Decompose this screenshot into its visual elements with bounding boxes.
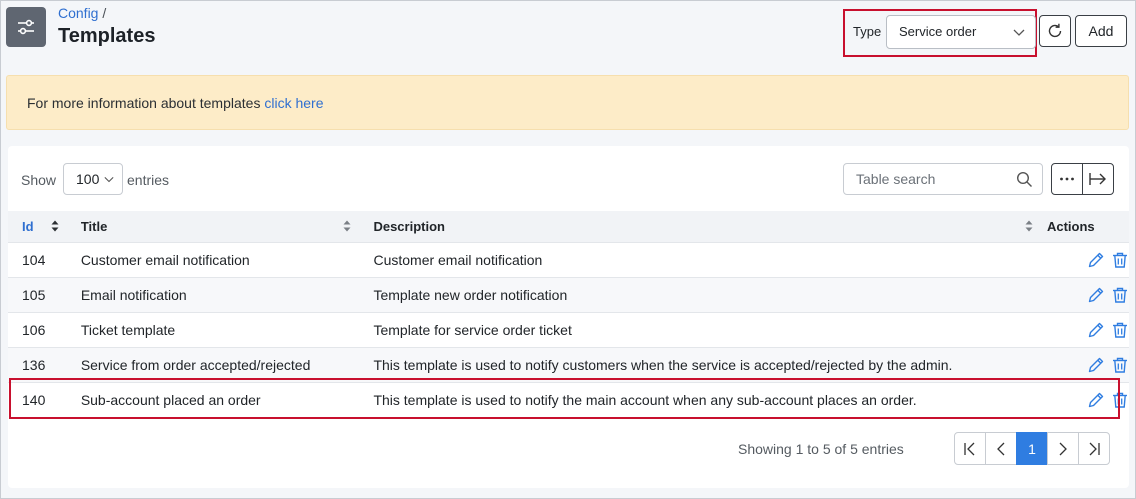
cell-description: Customer email notification: [359, 241, 1041, 277]
type-select-value: Service order: [899, 24, 977, 39]
type-label: Type: [853, 24, 882, 39]
trash-icon: [1112, 322, 1127, 338]
add-button[interactable]: Add: [1075, 15, 1127, 47]
edit-button[interactable]: [1087, 251, 1105, 269]
last-page-icon: [1089, 442, 1100, 455]
chevron-down-icon: [104, 176, 114, 183]
page-button-1[interactable]: 1: [1016, 432, 1048, 465]
more-options-button[interactable]: [1051, 163, 1083, 195]
templates-card: Show 100 entries Table search Id Title D…: [8, 146, 1129, 488]
info-alert: For more information about templates cli…: [6, 75, 1129, 130]
cell-title: Email notification: [66, 276, 360, 312]
type-select[interactable]: Service order: [886, 15, 1036, 49]
table-row: 140 Sub-account placed an order This tem…: [8, 381, 1129, 417]
cell-description: This template is used to notify customer…: [359, 346, 1041, 382]
table-row: 104 Customer email notification Customer…: [8, 241, 1129, 277]
cell-actions: [1040, 241, 1129, 277]
edit-button[interactable]: [1087, 391, 1105, 409]
trash-icon: [1112, 392, 1127, 408]
cell-description: Template for service order ticket: [359, 311, 1041, 347]
trash-icon: [1112, 252, 1127, 268]
delete-button[interactable]: [1111, 251, 1129, 269]
pagination: 1: [954, 432, 1110, 465]
arrow-to-right-icon: [1089, 173, 1106, 185]
sliders-icon: [18, 19, 34, 35]
pencil-icon: [1088, 252, 1104, 267]
show-label: Show: [21, 172, 57, 188]
table-search: [843, 163, 1043, 195]
entries-label: entries: [127, 172, 170, 188]
column-header-id[interactable]: Id: [8, 211, 67, 242]
last-page-button[interactable]: [1078, 432, 1110, 465]
page-length-select[interactable]: 100: [63, 163, 123, 195]
pencil-icon: [1088, 287, 1104, 302]
breadcrumb-separator: /: [102, 5, 107, 21]
alert-text: For more information about templates: [27, 95, 265, 111]
trash-icon: [1112, 287, 1127, 303]
cell-actions: [1040, 346, 1129, 382]
table-info: Showing 1 to 5 of 5 entries: [738, 441, 904, 457]
alert-link[interactable]: click here: [264, 95, 323, 111]
first-page-icon: [964, 442, 975, 455]
ellipsis-icon: [1060, 177, 1074, 181]
table-row: 106 Ticket template Template for service…: [8, 311, 1129, 347]
config-menu-button[interactable]: [6, 7, 46, 47]
page-header: Config / Templates Type Service order Ad…: [1, 1, 1135, 67]
breadcrumb: Config /: [58, 5, 106, 21]
cell-description: Template new order notification: [359, 276, 1041, 312]
cell-title: Service from order accepted/rejected: [66, 346, 360, 382]
previous-page-button[interactable]: [985, 432, 1017, 465]
expand-table-button[interactable]: [1082, 163, 1114, 195]
cell-id: 106: [8, 311, 67, 347]
cell-id: 140: [8, 381, 67, 417]
refresh-icon: [1048, 23, 1062, 38]
templates-table: Id Title Description Actions 104 Custome…: [8, 211, 1129, 417]
chevron-left-icon: [997, 442, 1005, 455]
page-length-value: 100: [76, 171, 100, 187]
delete-button[interactable]: [1111, 391, 1129, 409]
cell-actions: [1040, 276, 1129, 312]
edit-button[interactable]: [1087, 356, 1105, 374]
table-header-row: Id Title Description Actions: [8, 211, 1129, 242]
search-icon[interactable]: [1016, 171, 1033, 188]
type-filter: Type Service order: [843, 9, 1037, 57]
refresh-button[interactable]: [1039, 15, 1071, 47]
table-search-input[interactable]: [844, 164, 1014, 194]
pencil-icon: [1088, 357, 1104, 372]
cell-id: 105: [8, 276, 67, 312]
delete-button[interactable]: [1111, 286, 1129, 304]
cell-title: Sub-account placed an order: [66, 381, 360, 417]
delete-button[interactable]: [1111, 321, 1129, 339]
page-title: Templates: [58, 25, 156, 47]
breadcrumb-config-link[interactable]: Config: [58, 5, 98, 21]
cell-title: Customer email notification: [66, 241, 360, 277]
cell-description: This template is used to notify the main…: [359, 381, 1041, 417]
table-row: 136 Service from order accepted/rejected…: [8, 346, 1129, 382]
delete-button[interactable]: [1111, 356, 1129, 374]
cell-id: 104: [8, 241, 67, 277]
edit-button[interactable]: [1087, 321, 1105, 339]
sort-icon: [1025, 220, 1033, 232]
column-header-title[interactable]: Title: [66, 211, 360, 242]
sort-icon: [51, 220, 59, 232]
chevron-right-icon: [1059, 442, 1067, 455]
cell-id: 136: [8, 346, 67, 382]
first-page-button[interactable]: [954, 432, 986, 465]
sort-icon: [343, 220, 351, 232]
trash-icon: [1112, 357, 1127, 373]
cell-title: Ticket template: [66, 311, 360, 347]
table-row: 105 Email notification Template new orde…: [8, 276, 1129, 312]
pencil-icon: [1088, 392, 1104, 407]
column-header-actions: Actions: [1040, 211, 1129, 242]
pencil-icon: [1088, 322, 1104, 337]
next-page-button[interactable]: [1047, 432, 1079, 465]
edit-button[interactable]: [1087, 286, 1105, 304]
chevron-down-icon: [1013, 29, 1025, 36]
cell-actions: [1040, 381, 1129, 417]
column-header-description[interactable]: Description: [359, 211, 1041, 242]
cell-actions: [1040, 311, 1129, 347]
